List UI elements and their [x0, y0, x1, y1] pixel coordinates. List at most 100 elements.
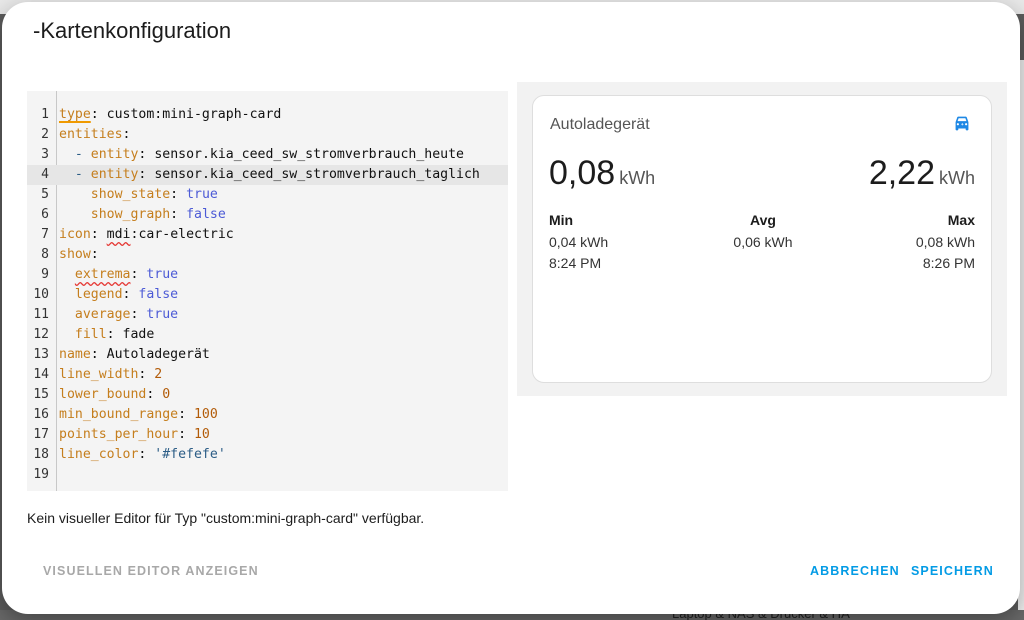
yaml-separator: :	[170, 207, 179, 222]
yaml-key: points_per_hour	[59, 427, 179, 442]
extrema-max-value: 0,08 kWh	[915, 234, 975, 250]
mini-graph-card[interactable]: Autoladegerät 0,08 kWh 2,22 kWh Min 0,04 k…	[532, 95, 992, 383]
state-daily: 2,22 kWh	[869, 154, 975, 193]
code-text: - entity: sensor.kia_ceed_sw_stromverbra…	[59, 165, 480, 185]
code-line[interactable]: 17 points_per_hour: 10	[27, 425, 508, 445]
extrema-avg-label: Avg	[750, 212, 776, 228]
extrema-min-value: 0,04 kWh	[549, 234, 609, 250]
line-number: 2	[41, 127, 49, 142]
yaml-key: show_state	[90, 187, 171, 202]
code-line[interactable]: 13 name: Autoladegerät	[27, 345, 508, 365]
code-text: line_width: 2	[59, 365, 162, 385]
extrema-max-time: 8:26 PM	[922, 255, 975, 271]
line-number: 16	[33, 407, 49, 422]
show-visual-editor-button[interactable]: VISUELLEN EDITOR ANZEIGEN	[43, 564, 259, 578]
code-line[interactable]: 3 - entity: sensor.kia_ceed_sw_stromverb…	[27, 145, 508, 165]
yaml-key: entities	[59, 127, 123, 142]
cancel-button[interactable]: ABBRECHEN	[810, 564, 900, 578]
code-text: line_color: '#fefefe'	[59, 445, 226, 465]
code-text: lower_bound: 0	[59, 385, 170, 405]
code-text: icon: mdi:car-electric	[59, 225, 234, 245]
yaml-key: entity	[90, 147, 139, 162]
code-line[interactable]: 8 show:	[27, 245, 508, 265]
yaml-key: show	[59, 247, 91, 262]
code-text: show_state: true	[59, 185, 218, 205]
yaml-value: 100	[186, 407, 218, 422]
line-number: 8	[41, 247, 49, 262]
line-number: 4	[41, 167, 49, 182]
line-number: 7	[41, 227, 49, 242]
yaml-separator: :	[170, 187, 179, 202]
code-line[interactable]: 4 - entity: sensor.kia_ceed_sw_stromverb…	[27, 165, 508, 185]
code-line[interactable]: 11 average: true	[27, 305, 508, 325]
yaml-code-editor[interactable]: 1 type: custom:mini-graph-card 2 entities: 3…	[27, 91, 508, 491]
line-number: 3	[41, 147, 49, 162]
yaml-key: line_width	[59, 367, 139, 382]
code-line[interactable]: 5 show_state: true	[27, 185, 508, 205]
yaml-value: true	[138, 267, 179, 282]
code-text: average: true	[59, 305, 178, 325]
state-daily-unit: kWh	[939, 168, 975, 188]
card-config-dialog: -Kartenkonfiguration 1 type: custom:mini-…	[2, 2, 1020, 614]
extrema-min-time: 8:24 PM	[549, 255, 602, 271]
line-number: 13	[33, 347, 49, 362]
yaml-separator: :	[106, 327, 115, 342]
line-number: 18	[33, 447, 49, 462]
yaml-key: icon	[59, 227, 91, 242]
code-line[interactable]: 16 min_bound_range: 100	[27, 405, 508, 425]
yaml-key: name	[59, 347, 91, 362]
code-text: show_graph: false	[59, 205, 226, 225]
line-number: 19	[33, 467, 49, 482]
yaml-value: false	[130, 287, 179, 302]
state-current-unit: kWh	[619, 168, 656, 188]
yaml-value: true	[178, 187, 218, 202]
dialog-title: -Kartenkonfiguration	[33, 18, 232, 43]
code-line[interactable]: 6 show_graph: false	[27, 205, 508, 225]
code-line[interactable]: 1 type: custom:mini-graph-card	[27, 105, 508, 125]
extrema-min-label: Min	[549, 212, 574, 228]
code-line[interactable]: 12 fill: fade	[27, 325, 508, 345]
yaml-key: min_bound_range	[59, 407, 179, 422]
state-current-value: 0,08	[549, 154, 616, 192]
code-line[interactable]: 2 entities:	[27, 125, 508, 145]
yaml-value: true	[138, 307, 179, 322]
extrema-max: Max 0,08 kWh 8:26 PM	[916, 212, 975, 274]
code-text: legend: false	[59, 285, 178, 305]
line-number: 17	[33, 427, 49, 442]
yaml-key: line_color	[59, 447, 139, 462]
yaml-value: fade	[114, 327, 155, 342]
line-number: 9	[41, 267, 49, 282]
yaml-value: sensor.kia_ceed_sw_stromverbrauch_taglic…	[146, 167, 480, 182]
code-line[interactable]: 18 line_color: '#fefefe'	[27, 445, 508, 465]
yaml-separator: :	[90, 347, 99, 362]
code-text: entities:	[59, 125, 130, 145]
code-text: show:	[59, 245, 99, 265]
code-line[interactable]: 14 line_width: 2	[27, 365, 508, 385]
list-dash: -	[74, 147, 91, 162]
yaml-separator: :	[90, 247, 99, 262]
car-electric-icon	[955, 116, 969, 131]
card-title: Autoladegerät	[550, 116, 650, 133]
list-dash: -	[74, 167, 91, 182]
line-number: 11	[33, 307, 49, 322]
yaml-value: '#fefefe'	[146, 447, 226, 462]
yaml-separator: :	[178, 427, 187, 442]
code-text: extrema: true	[59, 265, 178, 285]
code-line[interactable]: 15 lower_bound: 0	[27, 385, 508, 405]
no-visual-editor-note: Kein visueller Editor für Typ "custom:mi…	[27, 510, 425, 526]
yaml-separator: :	[122, 127, 131, 142]
code-text: min_bound_range: 100	[59, 405, 218, 425]
yaml-value: mdi:car-electric	[106, 227, 234, 242]
code-text: points_per_hour: 10	[59, 425, 210, 445]
code-line[interactable]: 19	[27, 465, 508, 485]
state-current: 0,08 kWh	[549, 154, 655, 193]
extrema-max-label: Max	[947, 212, 975, 228]
save-button[interactable]: SPEICHERN	[911, 564, 994, 578]
line-number: 5	[41, 187, 49, 202]
yaml-separator: :	[90, 227, 99, 242]
yaml-value: Autoladegerät	[98, 347, 210, 362]
code-line[interactable]: 9 extrema: true	[27, 265, 508, 285]
yaml-value: 10	[186, 427, 210, 442]
code-line[interactable]: 7 icon: mdi:car-electric	[27, 225, 508, 245]
code-line[interactable]: 10 legend: false	[27, 285, 508, 305]
